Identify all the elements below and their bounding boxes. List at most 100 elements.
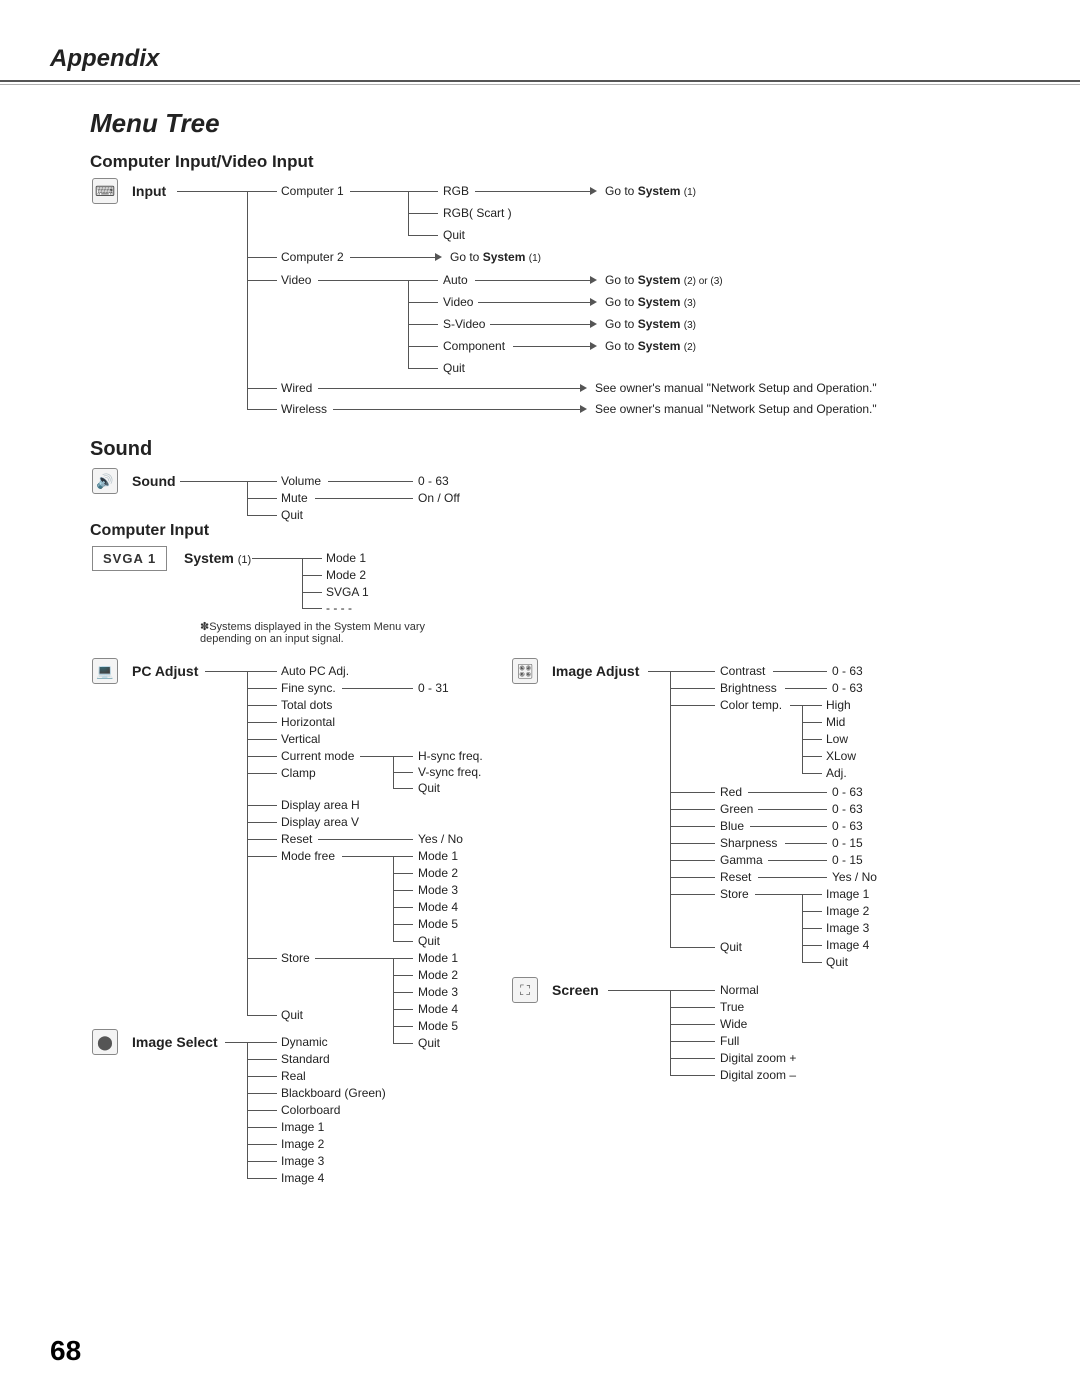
h-svga1 [302, 592, 322, 593]
lbl-totaldots: Total dots [281, 698, 332, 712]
lbl-finesync: Fine sync. [281, 681, 336, 695]
lbl-yesno1: Yes / No [418, 832, 463, 846]
h-rgb [408, 191, 438, 192]
h-dav [247, 822, 277, 823]
h-contrast-b [773, 671, 827, 672]
lbl-iaquit: Quit [720, 940, 742, 954]
lbl-wired: Wired [281, 381, 312, 395]
h-comp2-b [350, 257, 435, 258]
h-dashes [302, 608, 322, 609]
lbl-m2: Mode 2 [418, 866, 458, 880]
lbl-goto-sys3a: Go to System (3) [605, 295, 696, 309]
lbl-squit: Quit [418, 1036, 440, 1050]
h-mid [802, 722, 822, 723]
h-gamma-b [768, 860, 827, 861]
h-reset-b [318, 839, 413, 840]
h-sharp-b [785, 843, 827, 844]
h-screen [608, 990, 670, 991]
h-horiz [247, 722, 277, 723]
lbl-r015b: 0 - 15 [832, 853, 863, 867]
lbl-mute: Mute [281, 491, 308, 505]
arrow-wireless [580, 405, 587, 413]
lbl-rgb: RGB [443, 184, 469, 198]
h-component [408, 346, 438, 347]
appendix-heading: Appendix [50, 45, 159, 73]
h-true [670, 1007, 715, 1008]
screen-label: Screen [552, 982, 599, 998]
lbl-mid: Mid [826, 715, 845, 729]
rule-top-dark [0, 80, 1080, 82]
h-m5 [393, 924, 413, 925]
lbl-autopc: Auto PC Adj. [281, 664, 349, 678]
h-sound [180, 481, 247, 482]
h-ia [648, 671, 670, 672]
h-im4 [247, 1178, 277, 1179]
lbl-modefree: Mode free [281, 849, 335, 863]
h-im3 [247, 1161, 277, 1162]
lbl-iim3: Image 3 [826, 921, 869, 935]
h-iim2 [802, 911, 822, 912]
h-m1 [393, 856, 413, 857]
lbl-wide: Wide [720, 1017, 747, 1031]
lbl-yesno2: Yes / No [832, 870, 877, 884]
v-modefree [393, 856, 394, 941]
lbl-svideo: S-Video [443, 317, 485, 331]
lbl-quit4: Quit [418, 781, 440, 795]
lbl-clamp: Clamp [281, 766, 316, 780]
pcadjust-label: PC Adjust [132, 663, 198, 679]
arrow-svideo [590, 320, 597, 328]
h-im1 [247, 1127, 277, 1128]
lbl-cb: Colorboard [281, 1103, 340, 1117]
h-modefree [247, 856, 277, 857]
pcadjust-icon: 💻 [92, 658, 118, 684]
h-m4 [393, 907, 413, 908]
lbl-wireless: Wireless [281, 402, 327, 416]
lbl-real: Real [281, 1069, 306, 1083]
lbl-quit1: Quit [443, 228, 465, 242]
h-quit5 [393, 941, 413, 942]
lbl-bb: Blackboard (Green) [281, 1086, 386, 1100]
svga-box: SVGA 1 [92, 546, 167, 571]
lbl-normal: Normal [720, 983, 759, 997]
arrow-wired [580, 384, 587, 392]
lbl-horiz: Horizontal [281, 715, 335, 729]
lbl-mode1: Mode 1 [326, 551, 366, 565]
lbl-im4: Image 4 [281, 1171, 324, 1185]
lbl-computer1: Computer 1 [281, 184, 344, 198]
lbl-r015a: 0 - 15 [832, 836, 863, 850]
input-label: Input [132, 183, 166, 199]
h-high [802, 705, 822, 706]
h-wired [247, 388, 277, 389]
h-svideo-b [490, 324, 590, 325]
lbl-reset: Reset [281, 832, 312, 846]
h-reset [247, 839, 277, 840]
imageselect-label: Image Select [132, 1034, 218, 1050]
h-reset2-b [758, 877, 827, 878]
h-input-root [177, 191, 247, 192]
lbl-dzm: Digital zoom – [720, 1068, 796, 1082]
lbl-contrast: Contrast [720, 664, 765, 678]
lbl-iim2: Image 2 [826, 904, 869, 918]
h-im2 [247, 1144, 277, 1145]
h-dzm [670, 1075, 715, 1076]
lbl-im1: Image 1 [281, 1120, 324, 1134]
h-pc [205, 671, 247, 672]
h-curmode-b [360, 756, 393, 757]
lbl-m4: Mode 4 [418, 900, 458, 914]
h-normal [670, 990, 715, 991]
arrow-auto [590, 276, 597, 284]
lbl-vert: Vertical [281, 732, 320, 746]
sound-label: Sound [132, 473, 176, 489]
h-video-b [318, 280, 408, 281]
arrow-comp2 [435, 253, 442, 261]
h-dzp [670, 1058, 715, 1059]
lbl-dyn: Dynamic [281, 1035, 328, 1049]
h-m3 [393, 890, 413, 891]
h-sys [252, 558, 302, 559]
lbl-r063e: 0 - 63 [832, 819, 863, 833]
h-quit1 [408, 235, 438, 236]
h-iim4 [802, 945, 822, 946]
h-clamp [247, 773, 277, 774]
lbl-r063a: 0 - 63 [832, 664, 863, 678]
h-vsync [393, 772, 413, 773]
